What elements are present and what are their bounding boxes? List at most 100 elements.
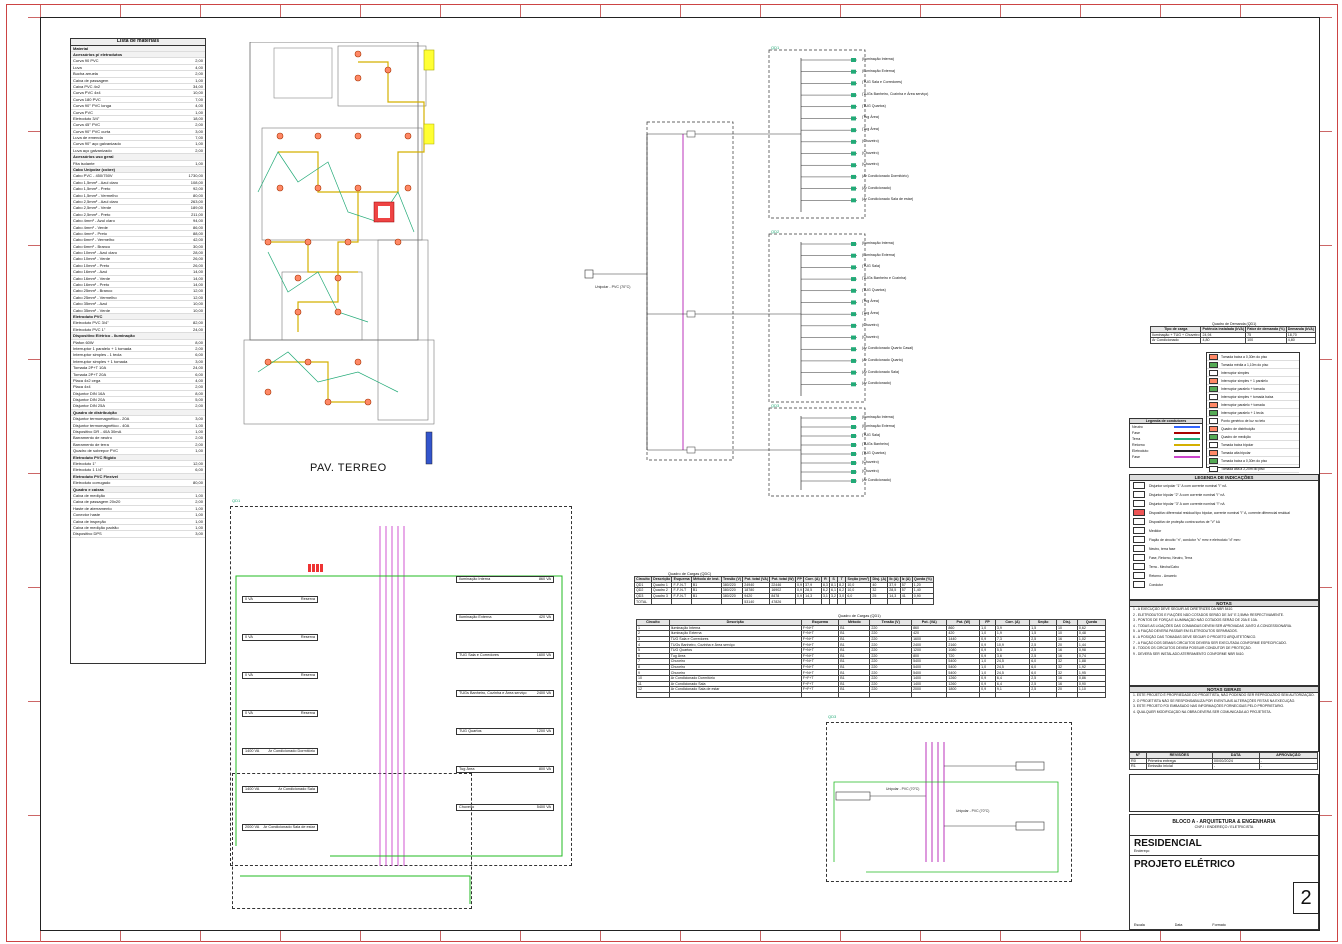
table-row: TOTAL 53140 47826 — [634, 598, 935, 605]
materials-list: Lista de materiais Material Acessórios p… — [70, 38, 206, 664]
symbol-legend-item: Dispositivo de proteção contra surtos de… — [1130, 517, 1318, 526]
single-line-diagram: QD1 QD2 QD3 Unipolar - PVC (70°C) — [584, 45, 866, 497]
qd1-wiring — [235, 526, 563, 904]
ruler-cell — [1000, 5, 1080, 17]
ruler-cell — [1320, 701, 1332, 815]
main-feeder-label: Unipolar - PVC (70°C) — [595, 285, 630, 289]
breaker-symbol-icon — [1133, 536, 1145, 543]
breaker-symbol-icon — [1133, 491, 1145, 498]
breaker-symbol-icon — [1133, 482, 1145, 489]
device-symbol-icon — [1209, 457, 1218, 464]
symbol-legend-item: Disjuntor tripolar "3" A com corrente no… — [1130, 499, 1318, 508]
device-legend-item: Interruptor paralelo + 1 tecla — [1207, 409, 1299, 417]
ruler-cell — [760, 5, 840, 17]
ruler-cell — [520, 5, 600, 17]
light-fixture-icon — [276, 132, 284, 140]
light-fixture-icon — [384, 66, 392, 74]
single-line-circuit-label: (Chuveiro) — [862, 460, 879, 464]
ruler-cell — [1320, 473, 1332, 587]
single-line-circuit-label: (Tug Área) — [862, 127, 880, 132]
symbol-legend-item: Terra - Mecha/Cabo — [1130, 562, 1318, 571]
single-line-circuit-label: (TUG Quartos) — [862, 451, 886, 455]
single-line-circuit-label: (Chuveiro) — [862, 138, 879, 143]
ruler-cell — [840, 930, 920, 942]
ruler-cell — [1160, 5, 1240, 17]
right-ruler — [1320, 17, 1332, 929]
ruler-cell — [120, 5, 200, 17]
drawing-sheet: Lista de materiais Material Acessórios p… — [0, 0, 1342, 944]
light-fixture-icon — [344, 238, 352, 246]
qd1-circuit-power: 1200 VA — [536, 729, 551, 733]
single-line-circuit-label: (Iluminação Externa) — [862, 424, 896, 428]
breaker-symbol-icon — [1133, 572, 1145, 579]
qd3-label-2: Unipolar - PVC (70°C) — [956, 809, 989, 813]
ruler-cell — [1160, 930, 1240, 942]
device-symbol-icon — [1209, 369, 1218, 376]
device-legend-item: Tomada média a 1,10m do piso — [1207, 361, 1299, 369]
notes-panel: NOTAS 1 - A EXECUÇÃO DEVE SEGUIR AS DIRE… — [1129, 600, 1319, 686]
ruler-cell — [600, 930, 680, 942]
ruler-cell — [1000, 930, 1080, 942]
floor-plan — [243, 42, 435, 465]
ruler-cell — [28, 473, 40, 587]
top-ruler — [40, 5, 1320, 17]
light-fixture-icon — [304, 238, 312, 246]
ruler-cell — [1240, 5, 1320, 17]
single-line-circuit-label: (Tug Área) — [862, 299, 880, 304]
single-line-circuit-label: (Tug Área) — [862, 115, 880, 120]
breaker-symbol-icon — [1133, 581, 1145, 588]
qd1-circuit-power: 420 VA — [538, 615, 551, 619]
note-item: 4. QUALQUER MODIFICAÇÃO NA OBRA DEVERÁ S… — [1133, 709, 1272, 714]
ruler-cell — [28, 815, 40, 929]
device-symbol-icon — [1209, 449, 1218, 456]
qd1-circuit-power: 860 VA — [538, 577, 551, 581]
breaker-symbol-icon — [1133, 554, 1145, 561]
breaker-symbol-icon — [1133, 563, 1145, 570]
cable-legend-item: Fase — [1130, 454, 1202, 460]
single-line-circuit-label: (Iluminação Interna) — [862, 415, 894, 419]
qd1-circuit-label: TUGs Banheiro, Cozinha e Área serviço — [459, 691, 527, 695]
qd1-circuit-box: TUG Quartos 1200 VA — [456, 728, 554, 735]
qd1-circuit-power: 5400 VA — [536, 805, 551, 809]
light-fixture-icon — [354, 50, 362, 58]
device-legend-items: Tomada baixa a 0,30m do piso Tomada média… — [1207, 353, 1299, 481]
revisions-table: Nº REVISÕES DATA APROVAÇÃO R0 Primeira entreg… — [1129, 752, 1319, 770]
qd1-left-circuit-box: 0 VA Reserva — [242, 596, 318, 603]
ruler-cell — [28, 359, 40, 473]
ruler-cell — [680, 930, 760, 942]
ruler-cell — [1080, 930, 1160, 942]
device-legend: Tomada baixa a 0,30m do piso Tomada média… — [1206, 352, 1300, 481]
single-line-circuit-label: (Iluminação Externa) — [862, 252, 896, 257]
ruler-cell — [28, 245, 40, 359]
single-line-circuit-label: (Chuveiro) — [862, 150, 879, 155]
ruler-cell — [120, 930, 200, 942]
device-symbol-icon — [1209, 433, 1218, 440]
left-ruler — [28, 17, 40, 929]
device-symbol-icon — [1209, 377, 1218, 384]
format-label: Formato — [1212, 923, 1226, 927]
sheet-number: 2 — [1293, 882, 1319, 914]
symbol-legend-item: Fiação de circuito "n", condutor "s" mm²… — [1130, 535, 1318, 544]
device-legend-item: Tomada baixa a 0,30m do piso — [1207, 457, 1299, 465]
symbol-legend-item: Medidor — [1130, 526, 1318, 535]
notes-list: 1 - A EXECUÇÃO DEVE SEGUIR AS DIRETRIZES… — [1130, 607, 1318, 657]
light-fixture-icon — [334, 308, 342, 316]
light-fixture-icon — [304, 358, 312, 366]
device-legend-item: Tomada baixa a 0,30m do piso — [1207, 353, 1299, 361]
light-fixture-icon — [264, 388, 272, 396]
ruler-cell — [920, 930, 1000, 942]
device-symbol-icon — [1209, 425, 1218, 432]
single-line-circuit-label: (Chuveiro) — [862, 322, 879, 327]
qd1-detail-title: QD1 — [232, 498, 241, 503]
device-legend-item: Ponto genérico de luz no teto — [1207, 417, 1299, 425]
company-sub: CNPJ / ENDEREÇO / ELETRICISTA — [1194, 825, 1254, 829]
device-legend-item: Interruptor simples + tomada baixa — [1207, 393, 1299, 401]
device-legend-item: Quadro de distribuição — [1207, 425, 1299, 433]
single-line-circuit-label: (TUG Sala) — [862, 433, 881, 437]
light-fixture-icon — [354, 184, 362, 192]
symbol-legend-item: Disjuntor bipolar "2" A com corrente nom… — [1130, 490, 1318, 499]
qd1-circuit-label: Iluminação Externa — [459, 615, 492, 619]
circuit-load-table: Circuito Descrição Esquema Método Tensão (V)… — [636, 619, 1107, 699]
ruler-cell — [360, 5, 440, 17]
device-legend-item: Interruptor paralelo + tomada — [1207, 401, 1299, 409]
